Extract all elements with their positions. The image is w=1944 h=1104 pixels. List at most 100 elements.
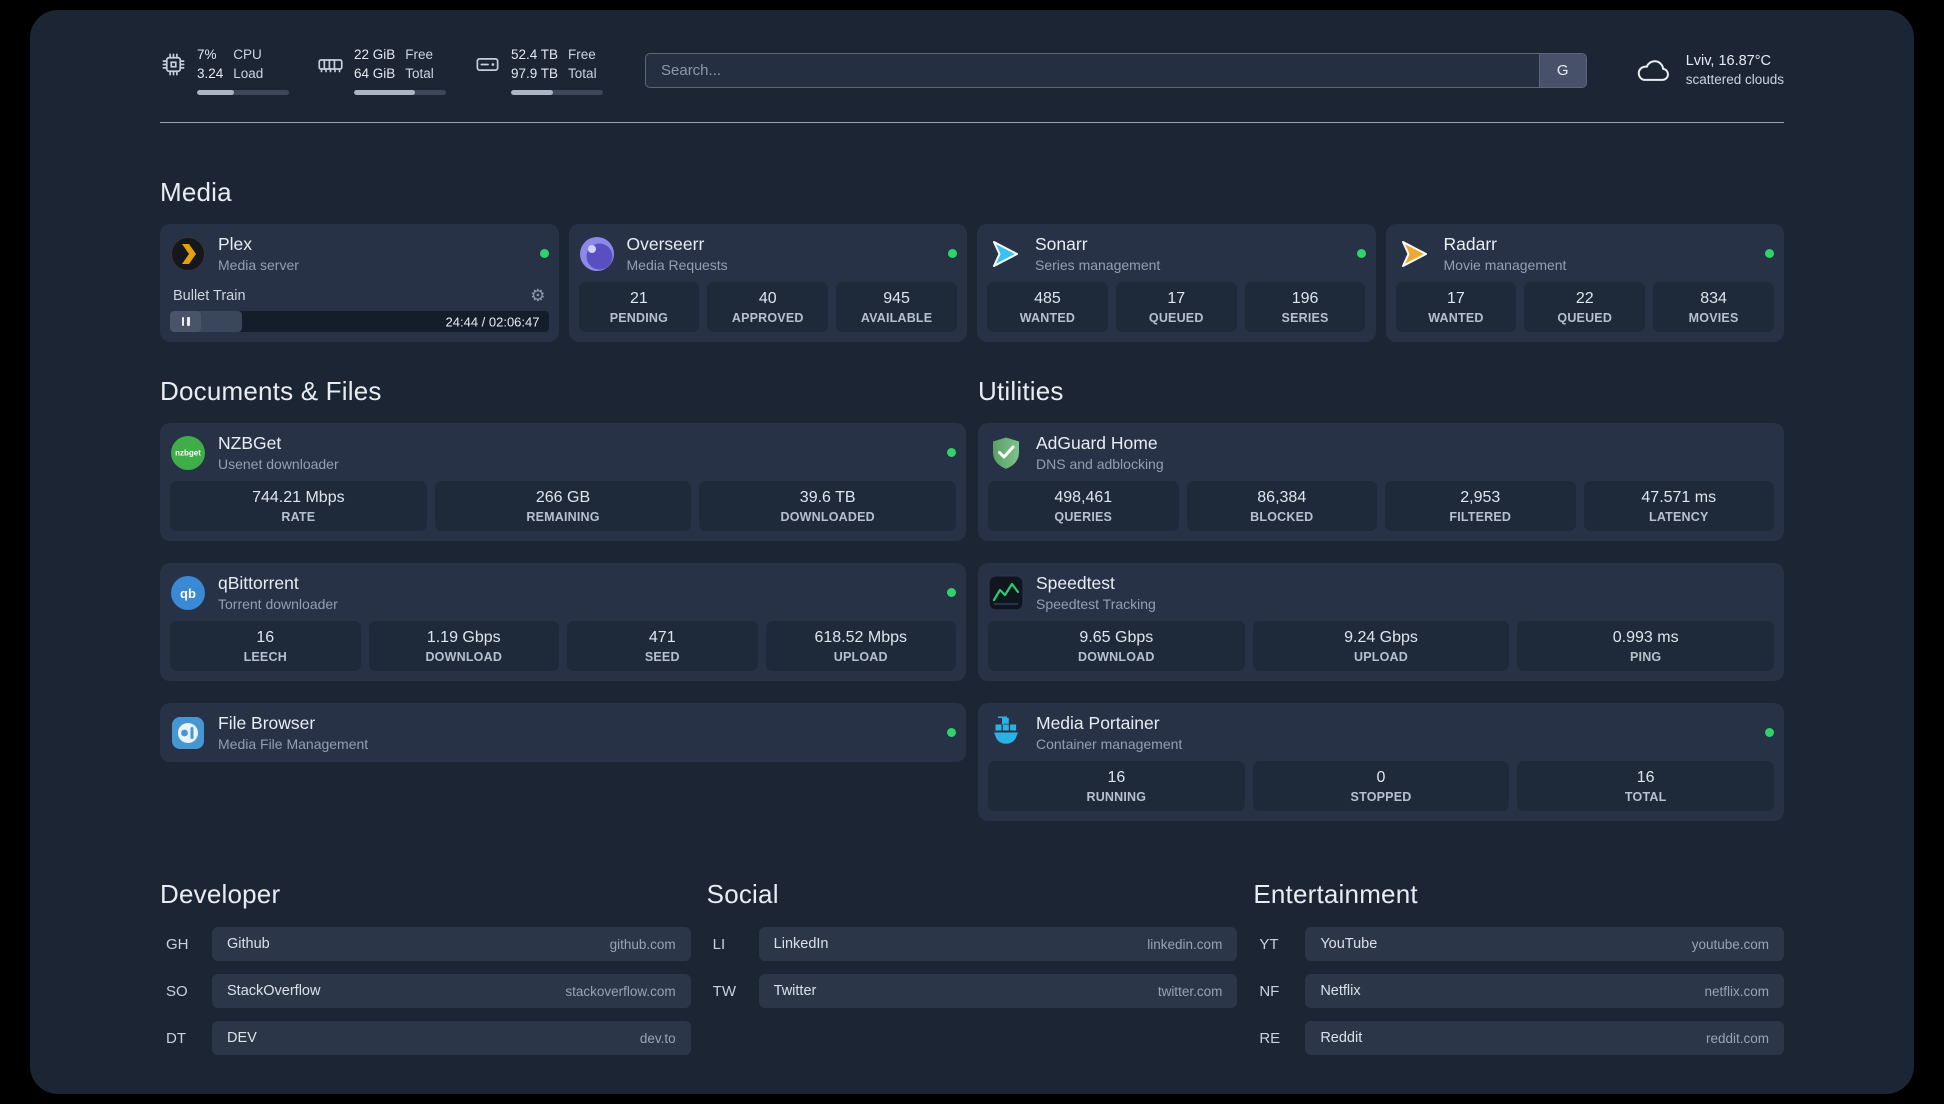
service-name: Plex xyxy=(218,234,253,255)
now-playing-title: Bullet Train xyxy=(173,287,246,304)
status-dot xyxy=(1356,249,1366,259)
bookmark-abbr: SO xyxy=(166,982,188,1000)
svg-text:qb: qb xyxy=(180,586,196,601)
stat-queued: 22 QUEUED xyxy=(1524,282,1646,333)
filebrowser-icon xyxy=(170,715,206,751)
bookmark-linkedin[interactable]: LI LinkedIn linkedin.com xyxy=(707,927,1238,962)
disk-icon xyxy=(474,51,501,78)
section-documents: Documents & Files nzbget NZBGet Usenet d… xyxy=(160,376,966,821)
bookmark-github[interactable]: GH Github github.com xyxy=(160,927,691,962)
memory-total-value: 64 GiB xyxy=(354,66,396,82)
service-card-speedtest[interactable]: Speedtest Speedtest Tracking 9.65 Gbps D… xyxy=(978,563,1784,682)
stat-running: 16 RUNNING xyxy=(988,761,1245,812)
status-dot xyxy=(1765,728,1774,738)
status-dot xyxy=(539,249,549,259)
bookmark-pill[interactable]: Reddit reddit.com xyxy=(1305,1021,1784,1056)
stat-rate: 744.21 Mbps RATE xyxy=(170,481,427,532)
memory-icon xyxy=(317,51,344,78)
service-card-radarr[interactable]: Radarr Movie management 17 WANTED 22 QUE… xyxy=(1385,224,1784,343)
service-card-filebrowser[interactable]: File Browser Media File Management xyxy=(160,703,966,763)
search-bar: G xyxy=(645,53,1587,89)
stat-total: 16 TOTAL xyxy=(1517,761,1775,812)
service-subtitle: Torrent downloader xyxy=(218,596,338,613)
stat-queued: 17 QUEUED xyxy=(1115,282,1237,333)
stat-approved: 40 APPROVED xyxy=(707,282,829,333)
bookmark-reddit[interactable]: RE Reddit reddit.com xyxy=(1253,1021,1784,1056)
section-title-developer: Developer xyxy=(160,879,281,910)
pause-icon[interactable] xyxy=(170,311,201,333)
service-card-adguard[interactable]: AdGuard Home DNS and adblocking 498,461 … xyxy=(978,423,1784,542)
service-header: File Browser Media File Management xyxy=(170,713,956,752)
overseerr-icon xyxy=(579,236,615,272)
bookmark-pill[interactable]: LinkedIn linkedin.com xyxy=(758,927,1238,962)
stats-row: 17 WANTED 22 QUEUED 834 MOVIES xyxy=(1395,273,1775,333)
section-title-social: Social xyxy=(706,879,779,910)
stat-series: 196 SERIES xyxy=(1244,282,1366,333)
disk-total-label: Total xyxy=(568,66,597,82)
service-card-portainer[interactable]: Media Portainer Container management 16 … xyxy=(978,703,1784,822)
playback-progress-bar[interactable]: 24:44 / 02:06:47 xyxy=(170,311,549,333)
system-stats: 7% 3.24 CPU Load 22 GiB 64 GiB Free Tota… xyxy=(160,46,603,96)
service-header: Media Portainer Container management xyxy=(988,713,1774,752)
stats-row: 16 RUNNING 0 STOPPED 16 TOTAL xyxy=(988,752,1775,812)
service-subtitle: Container management xyxy=(1036,736,1183,753)
memory-usage-bar xyxy=(354,90,446,96)
topbar-divider xyxy=(160,122,1784,124)
playback-time: 24:44 / 02:06:47 xyxy=(445,314,540,330)
status-dot xyxy=(947,588,956,598)
stat-latency: 47.571 ms LATENCY xyxy=(1583,481,1774,532)
service-card-overseerr[interactable]: Overseerr Media Requests 21 PENDING 40 A… xyxy=(568,224,967,343)
service-card-qbittorrent[interactable]: qb qBittorrent Torrent downloader 16 LEE… xyxy=(160,563,966,682)
nzbget-icon: nzbget xyxy=(170,435,206,471)
service-card-nzbget[interactable]: nzbget NZBGet Usenet downloader 744.21 M… xyxy=(160,423,966,542)
bookmark-pill[interactable]: Github github.com xyxy=(212,927,691,962)
bookmark-youtube[interactable]: YT YouTube youtube.com xyxy=(1253,927,1784,962)
status-dot xyxy=(948,249,957,259)
section-title-documents: Documents & Files xyxy=(160,376,382,407)
bookmark-stackoverflow[interactable]: SO StackOverflow stackoverflow.com xyxy=(160,974,691,1009)
service-name: AdGuard Home xyxy=(1036,433,1158,454)
stats-row: 9.65 Gbps DOWNLOAD 9.24 Gbps UPLOAD 0.99… xyxy=(988,612,1775,672)
utilities-stack: AdGuard Home DNS and adblocking 498,461 … xyxy=(978,423,1784,822)
section-title-utilities: Utilities xyxy=(978,376,1064,407)
section-utilities: Utilities AdGuard Home DNS and adblockin… xyxy=(978,376,1784,822)
weather-location: Lviv, 16.87°C xyxy=(1685,52,1772,69)
service-header: Overseerr Media Requests xyxy=(579,234,957,273)
service-name: Radarr xyxy=(1443,234,1498,255)
service-name: Overseerr xyxy=(626,234,705,255)
stat-download: 1.19 Gbps DOWNLOAD xyxy=(368,621,559,672)
stat-downloaded: 39.6 TB DOWNLOADED xyxy=(699,481,957,532)
bookmark-pill[interactable]: DEV dev.to xyxy=(212,1021,691,1056)
disk-free-label: Free xyxy=(568,47,596,62)
bookmark-twitter[interactable]: TW Twitter twitter.com xyxy=(707,974,1238,1009)
service-card-plex[interactable]: Plex Media server Bullet Train ⚙ 24:44 /… xyxy=(160,224,559,343)
disk-free-value: 52.4 TB xyxy=(511,47,559,62)
service-subtitle: Series management xyxy=(1035,257,1161,274)
documents-stack: nzbget NZBGet Usenet downloader 744.21 M… xyxy=(160,423,966,763)
bookmark-abbr: TW xyxy=(712,982,736,1000)
bookmark-pill[interactable]: Netflix netflix.com xyxy=(1305,974,1784,1009)
bookmark-abbr: RE xyxy=(1259,1029,1281,1047)
service-header: nzbget NZBGet Usenet downloader xyxy=(170,433,956,472)
speedtest-icon xyxy=(988,575,1024,611)
bookmark-pill[interactable]: Twitter twitter.com xyxy=(758,974,1238,1009)
bookmark-pill[interactable]: StackOverflow stackoverflow.com xyxy=(212,974,691,1009)
bookmark-dev[interactable]: DT DEV dev.to xyxy=(160,1021,691,1056)
weather-widget[interactable]: Lviv, 16.87°C scattered clouds xyxy=(1633,52,1784,90)
memory-free-label: Free xyxy=(405,47,434,62)
section-title-entertainment: Entertainment xyxy=(1253,879,1418,910)
search-input[interactable] xyxy=(646,62,1539,80)
bookmark-netflix[interactable]: NF Netflix netflix.com xyxy=(1253,974,1784,1009)
stat-leech: 16 LEECH xyxy=(170,621,361,672)
bookmarks-social: Social LI LinkedIn linkedin.com TW Twitt… xyxy=(707,879,1238,1055)
service-subtitle: Media File Management xyxy=(218,736,369,753)
plex-icon xyxy=(170,236,206,272)
service-name: Speedtest xyxy=(1036,573,1115,594)
service-card-sonarr[interactable]: Sonarr Series management 485 WANTED 17 Q… xyxy=(977,224,1376,343)
stat-wanted: 17 WANTED xyxy=(1395,282,1517,333)
bookmark-pill[interactable]: YouTube youtube.com xyxy=(1305,927,1784,962)
gear-icon[interactable]: ⚙ xyxy=(530,287,545,304)
search-provider-button[interactable]: G xyxy=(1538,54,1586,88)
cloud-icon xyxy=(1633,56,1673,86)
service-header: AdGuard Home DNS and adblocking xyxy=(988,433,1774,472)
